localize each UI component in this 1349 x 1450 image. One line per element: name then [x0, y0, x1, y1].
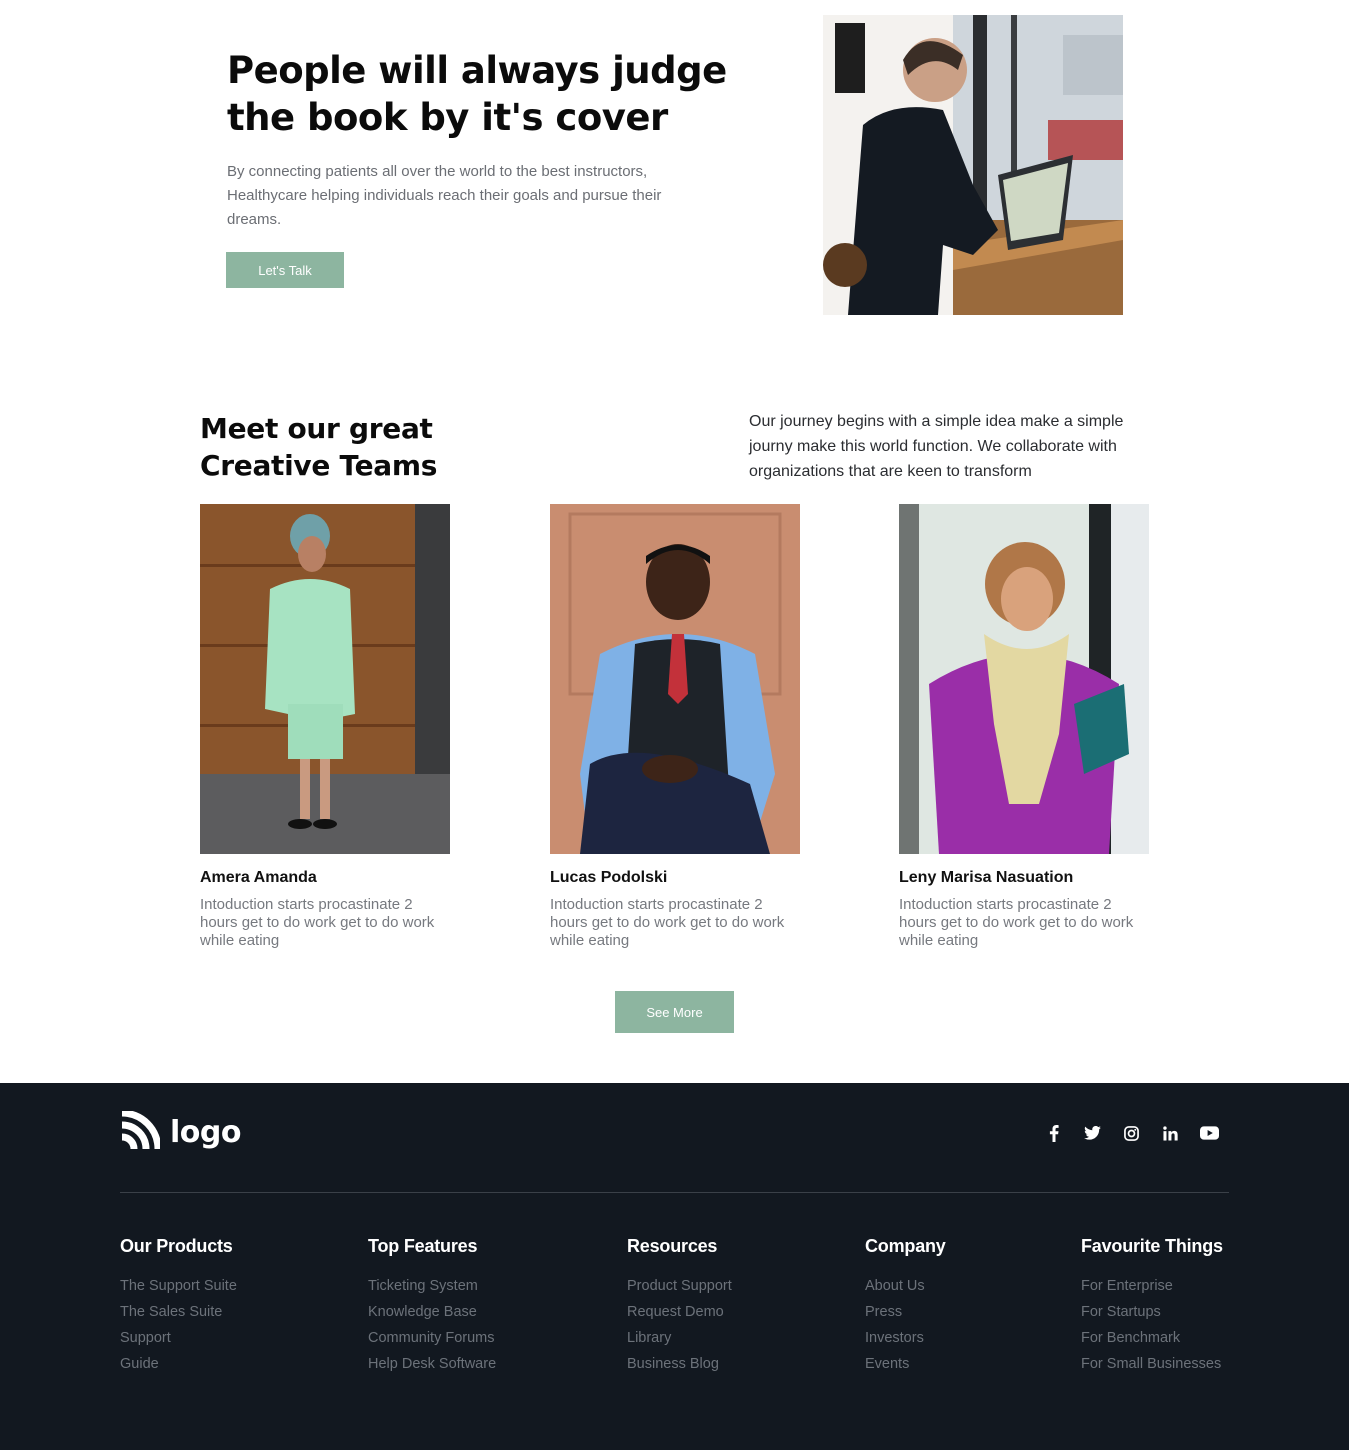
- footer-link[interactable]: Investors: [865, 1325, 946, 1351]
- member-bio: Intoduction starts procastinate 2 hours …: [899, 896, 1134, 949]
- member-name: Lucas Podolski: [550, 869, 668, 886]
- footer-link[interactable]: Support: [120, 1325, 237, 1351]
- hero-description: By connecting patients all over the worl…: [227, 163, 662, 228]
- member-photo: [200, 504, 450, 854]
- footer-divider: [120, 1192, 1229, 1193]
- footer-link[interactable]: For Startups: [1081, 1299, 1223, 1325]
- footer-link[interactable]: About Us: [865, 1273, 946, 1299]
- footer: logo Our Products The Support Suite The …: [0, 1083, 1349, 1450]
- footer-column-our-products: Our Products The Support Suite The Sales…: [120, 1235, 237, 1377]
- footer-column-heading: Our Products: [120, 1236, 233, 1256]
- logo-icon: [121, 1111, 160, 1150]
- lucas-portrait-image: [550, 504, 800, 854]
- amera-portrait-image: [200, 504, 450, 854]
- leny-portrait-image: [899, 504, 1149, 854]
- footer-column-heading: Resources: [627, 1236, 718, 1256]
- linkedin-icon[interactable]: [1151, 1123, 1190, 1143]
- footer-column-heading: Favourite Things: [1081, 1236, 1223, 1256]
- footer-column-resources: Resources Product Support Request Demo L…: [627, 1235, 732, 1377]
- member-bio: Intoduction starts procastinate 2 hours …: [550, 896, 785, 949]
- footer-link[interactable]: Guide: [120, 1351, 237, 1377]
- team-description: Our journey begins with a simple idea ma…: [749, 413, 1124, 480]
- member-bio: Intoduction starts procastinate 2 hours …: [200, 896, 435, 949]
- see-more-button[interactable]: See More: [615, 991, 734, 1033]
- footer-link[interactable]: Knowledge Base: [368, 1299, 496, 1325]
- footer-link[interactable]: For Benchmark: [1081, 1325, 1223, 1351]
- logo-text: logo: [170, 1114, 241, 1150]
- footer-link[interactable]: Help Desk Software: [368, 1351, 496, 1377]
- team-card: Leny Marisa Nasuation Intoduction starts…: [899, 504, 1151, 950]
- footer-link[interactable]: Business Blog: [627, 1351, 732, 1377]
- footer-column-company: Company About Us Press Investors Events: [865, 1235, 946, 1377]
- footer-link[interactable]: Library: [627, 1325, 732, 1351]
- footer-link[interactable]: Events: [865, 1351, 946, 1377]
- team-card: Amera Amanda Intoduction starts procasti…: [200, 504, 452, 950]
- social-links: [1034, 1123, 1229, 1143]
- footer-logo[interactable]: logo: [120, 1111, 241, 1153]
- member-photo: [550, 504, 800, 854]
- footer-link[interactable]: Ticketing System: [368, 1273, 496, 1299]
- member-name: Amera Amanda: [200, 869, 317, 886]
- hero-title: People will always judge the book by it'…: [227, 49, 727, 139]
- instagram-icon[interactable]: [1112, 1123, 1151, 1143]
- footer-link[interactable]: For Enterprise: [1081, 1273, 1223, 1299]
- footer-link[interactable]: Community Forums: [368, 1325, 496, 1351]
- footer-column-heading: Top Features: [368, 1236, 478, 1256]
- member-name: Leny Marisa Nasuation: [899, 869, 1074, 886]
- footer-column-favourite-things: Favourite Things For Enterprise For Star…: [1081, 1235, 1223, 1377]
- lets-talk-button[interactable]: Let's Talk: [226, 252, 344, 288]
- footer-column-top-features: Top Features Ticketing System Knowledge …: [368, 1235, 496, 1377]
- footer-link[interactable]: Product Support: [627, 1273, 732, 1299]
- team-card: Lucas Podolski Intoduction starts procas…: [550, 504, 802, 950]
- footer-link[interactable]: For Small Businesses: [1081, 1351, 1223, 1377]
- footer-link[interactable]: The Support Suite: [120, 1273, 237, 1299]
- man-with-laptop-image: [823, 15, 1123, 315]
- footer-link[interactable]: The Sales Suite: [120, 1299, 237, 1325]
- hero-section: People will always judge the book by it'…: [0, 0, 1349, 340]
- team-title: Meet our great Creative Teams: [200, 412, 438, 482]
- footer-column-heading: Company: [865, 1236, 946, 1256]
- twitter-icon[interactable]: [1073, 1123, 1112, 1143]
- footer-link[interactable]: Request Demo: [627, 1299, 732, 1325]
- facebook-icon[interactable]: [1034, 1123, 1073, 1143]
- youtube-icon[interactable]: [1190, 1123, 1229, 1143]
- member-photo: [899, 504, 1149, 854]
- hero-photo: [823, 15, 1123, 315]
- footer-link[interactable]: Press: [865, 1299, 946, 1325]
